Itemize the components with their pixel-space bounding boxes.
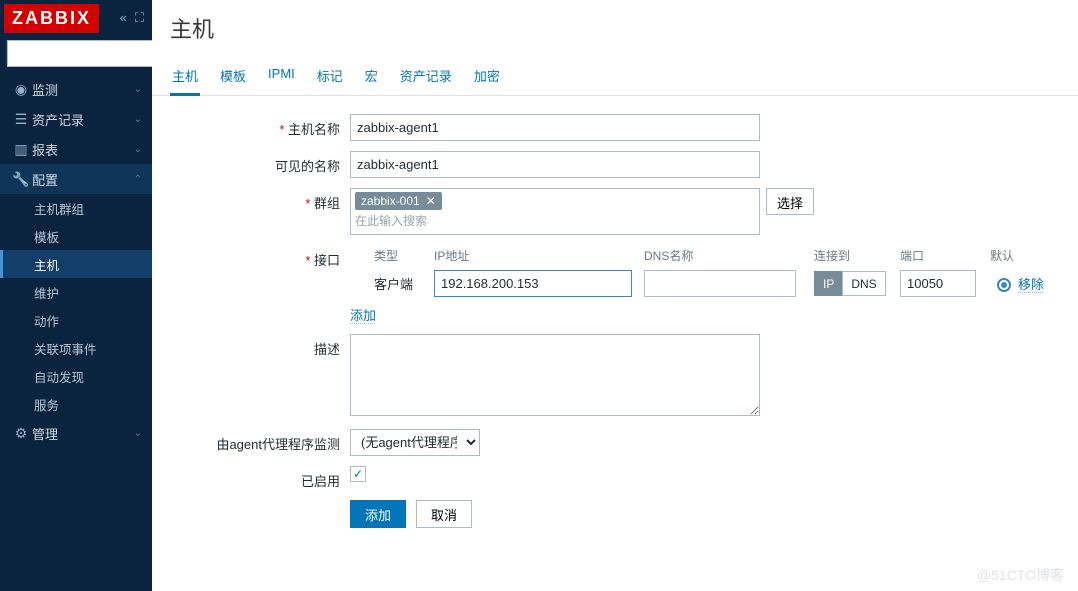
cancel-button[interactable]: 取消 xyxy=(416,500,472,528)
proxy-label: 由agent代理程序监测 xyxy=(170,429,350,453)
interfaces-label: 接口 xyxy=(170,245,350,269)
brand-row: ZABBIX « ⛶ xyxy=(0,0,152,36)
sidebar-item-label: 监测 xyxy=(32,80,58,99)
sidebar-item-label: 报表 xyxy=(32,140,58,159)
chevron-down-icon: ⌄ xyxy=(134,144,142,155)
sidebar-item-reports[interactable]: ▥ 报表 ⌄ xyxy=(0,134,152,164)
col-type-label: 类型 xyxy=(374,247,434,264)
sidebar-item-label: 管理 xyxy=(32,424,58,443)
host-name-label: 主机名称 xyxy=(170,114,350,138)
sidebar-sub-hosts[interactable]: 主机 xyxy=(0,250,152,278)
col-dns-label: DNS名称 xyxy=(644,247,814,264)
chevron-down-icon: ⌄ xyxy=(134,114,142,125)
chevron-down-icon: ⌄ xyxy=(134,84,142,95)
collapse-icon[interactable]: « xyxy=(120,10,127,26)
sidebar-sub-discovery[interactable]: 自动发现 xyxy=(0,362,152,390)
interface-port-input[interactable] xyxy=(900,270,976,297)
col-ip-label: IP地址 xyxy=(434,247,644,264)
tab-host[interactable]: 主机 xyxy=(170,60,200,96)
chevron-up-icon: ⌃ xyxy=(134,174,142,185)
group-search-placeholder: 在此输入搜索 xyxy=(355,210,755,231)
sidebar-sub-maintenance[interactable]: 维护 xyxy=(0,278,152,306)
tab-inventory[interactable]: 资产记录 xyxy=(398,60,454,95)
connect-dns-button[interactable]: DNS xyxy=(842,271,885,296)
add-interface-link[interactable]: 添加 xyxy=(350,305,376,324)
tabs: 主机 模板 IPMI 标记 宏 资产记录 加密 xyxy=(152,60,1078,96)
sidebar-sub-hostgroups[interactable]: 主机群组 xyxy=(0,194,152,222)
gear-icon: ⚙ xyxy=(10,425,32,442)
tab-templates[interactable]: 模板 xyxy=(218,60,248,95)
groups-label: 群组 xyxy=(170,188,350,212)
sidebar-sub-actions[interactable]: 动作 xyxy=(0,306,152,334)
chevron-down-icon: ⌄ xyxy=(134,428,142,439)
tab-encryption[interactable]: 加密 xyxy=(472,60,502,95)
sidebar: ZABBIX « ⛶ ◉ 监测 ⌄ ☰ 资产记录 ⌄ ▥ xyxy=(0,0,152,591)
enabled-label: 已启用 xyxy=(170,466,350,490)
wrench-icon: 🔧 xyxy=(10,171,32,188)
default-interface-radio[interactable] xyxy=(997,278,1011,292)
connect-ip-button[interactable]: IP xyxy=(814,271,842,296)
remove-group-icon[interactable]: ✕ xyxy=(426,194,436,208)
sidebar-sub-services[interactable]: 服务 xyxy=(0,390,152,418)
col-connect-label: 连接到 xyxy=(814,247,900,264)
col-default-label: 默认 xyxy=(990,247,1018,264)
host-form: 主机名称 可见的名称 群组 zabbix-001 ✕ 在此输入搜索 xyxy=(152,96,1078,556)
sidebar-sub-correlation[interactable]: 关联项事件 xyxy=(0,334,152,362)
submit-button[interactable]: 添加 xyxy=(350,500,406,528)
select-group-button[interactable]: 选择 xyxy=(766,188,814,215)
tab-tags[interactable]: 标记 xyxy=(315,60,345,95)
interface-type: 客户端 xyxy=(374,274,434,293)
enabled-checkbox[interactable]: ✓ xyxy=(350,466,366,482)
main-content: 主机 主机 模板 IPMI 标记 宏 资产记录 加密 主机名称 可见的名称 群组 xyxy=(152,0,1078,591)
description-label: 描述 xyxy=(170,334,350,358)
proxy-select[interactable]: (无agent代理程序) xyxy=(350,429,480,456)
visible-name-label: 可见的名称 xyxy=(170,151,350,175)
sidebar-item-label: 配置 xyxy=(32,170,58,189)
host-name-input[interactable] xyxy=(350,114,760,141)
group-pill-label: zabbix-001 xyxy=(361,194,420,208)
expand-icon[interactable]: ⛶ xyxy=(135,10,144,26)
sidebar-sub-templates[interactable]: 模板 xyxy=(0,222,152,250)
interface-row: 客户端 IP DNS 移除 xyxy=(350,270,1060,297)
eye-icon: ◉ xyxy=(10,81,32,98)
page-title: 主机 xyxy=(152,0,1078,60)
visible-name-input[interactable] xyxy=(350,151,760,178)
interface-dns-input[interactable] xyxy=(644,270,796,297)
sidebar-search[interactable] xyxy=(6,40,146,66)
interface-ip-input[interactable] xyxy=(434,270,632,297)
col-port-label: 端口 xyxy=(900,247,990,264)
sidebar-item-admin[interactable]: ⚙ 管理 ⌄ xyxy=(0,418,152,448)
interface-header: 类型 IP地址 DNS名称 连接到 端口 默认 xyxy=(350,245,1060,270)
sidebar-item-monitoring[interactable]: ◉ 监测 ⌄ xyxy=(0,74,152,104)
group-pill[interactable]: zabbix-001 ✕ xyxy=(355,192,442,210)
description-textarea[interactable] xyxy=(350,334,760,416)
chart-icon: ▥ xyxy=(10,141,32,158)
remove-interface-link[interactable]: 移除 xyxy=(1018,277,1044,292)
watermark: @51CTO博客 xyxy=(977,565,1064,585)
list-icon: ☰ xyxy=(10,111,32,128)
brand-logo: ZABBIX xyxy=(4,4,99,33)
sidebar-item-configuration[interactable]: 🔧 配置 ⌃ xyxy=(0,164,152,194)
tab-macros[interactable]: 宏 xyxy=(363,60,380,95)
sidebar-item-label: 资产记录 xyxy=(32,110,84,129)
tab-ipmi[interactable]: IPMI xyxy=(266,60,297,95)
sidebar-item-inventory[interactable]: ☰ 资产记录 ⌄ xyxy=(0,104,152,134)
groups-multiselect[interactable]: zabbix-001 ✕ 在此输入搜索 xyxy=(350,188,760,235)
